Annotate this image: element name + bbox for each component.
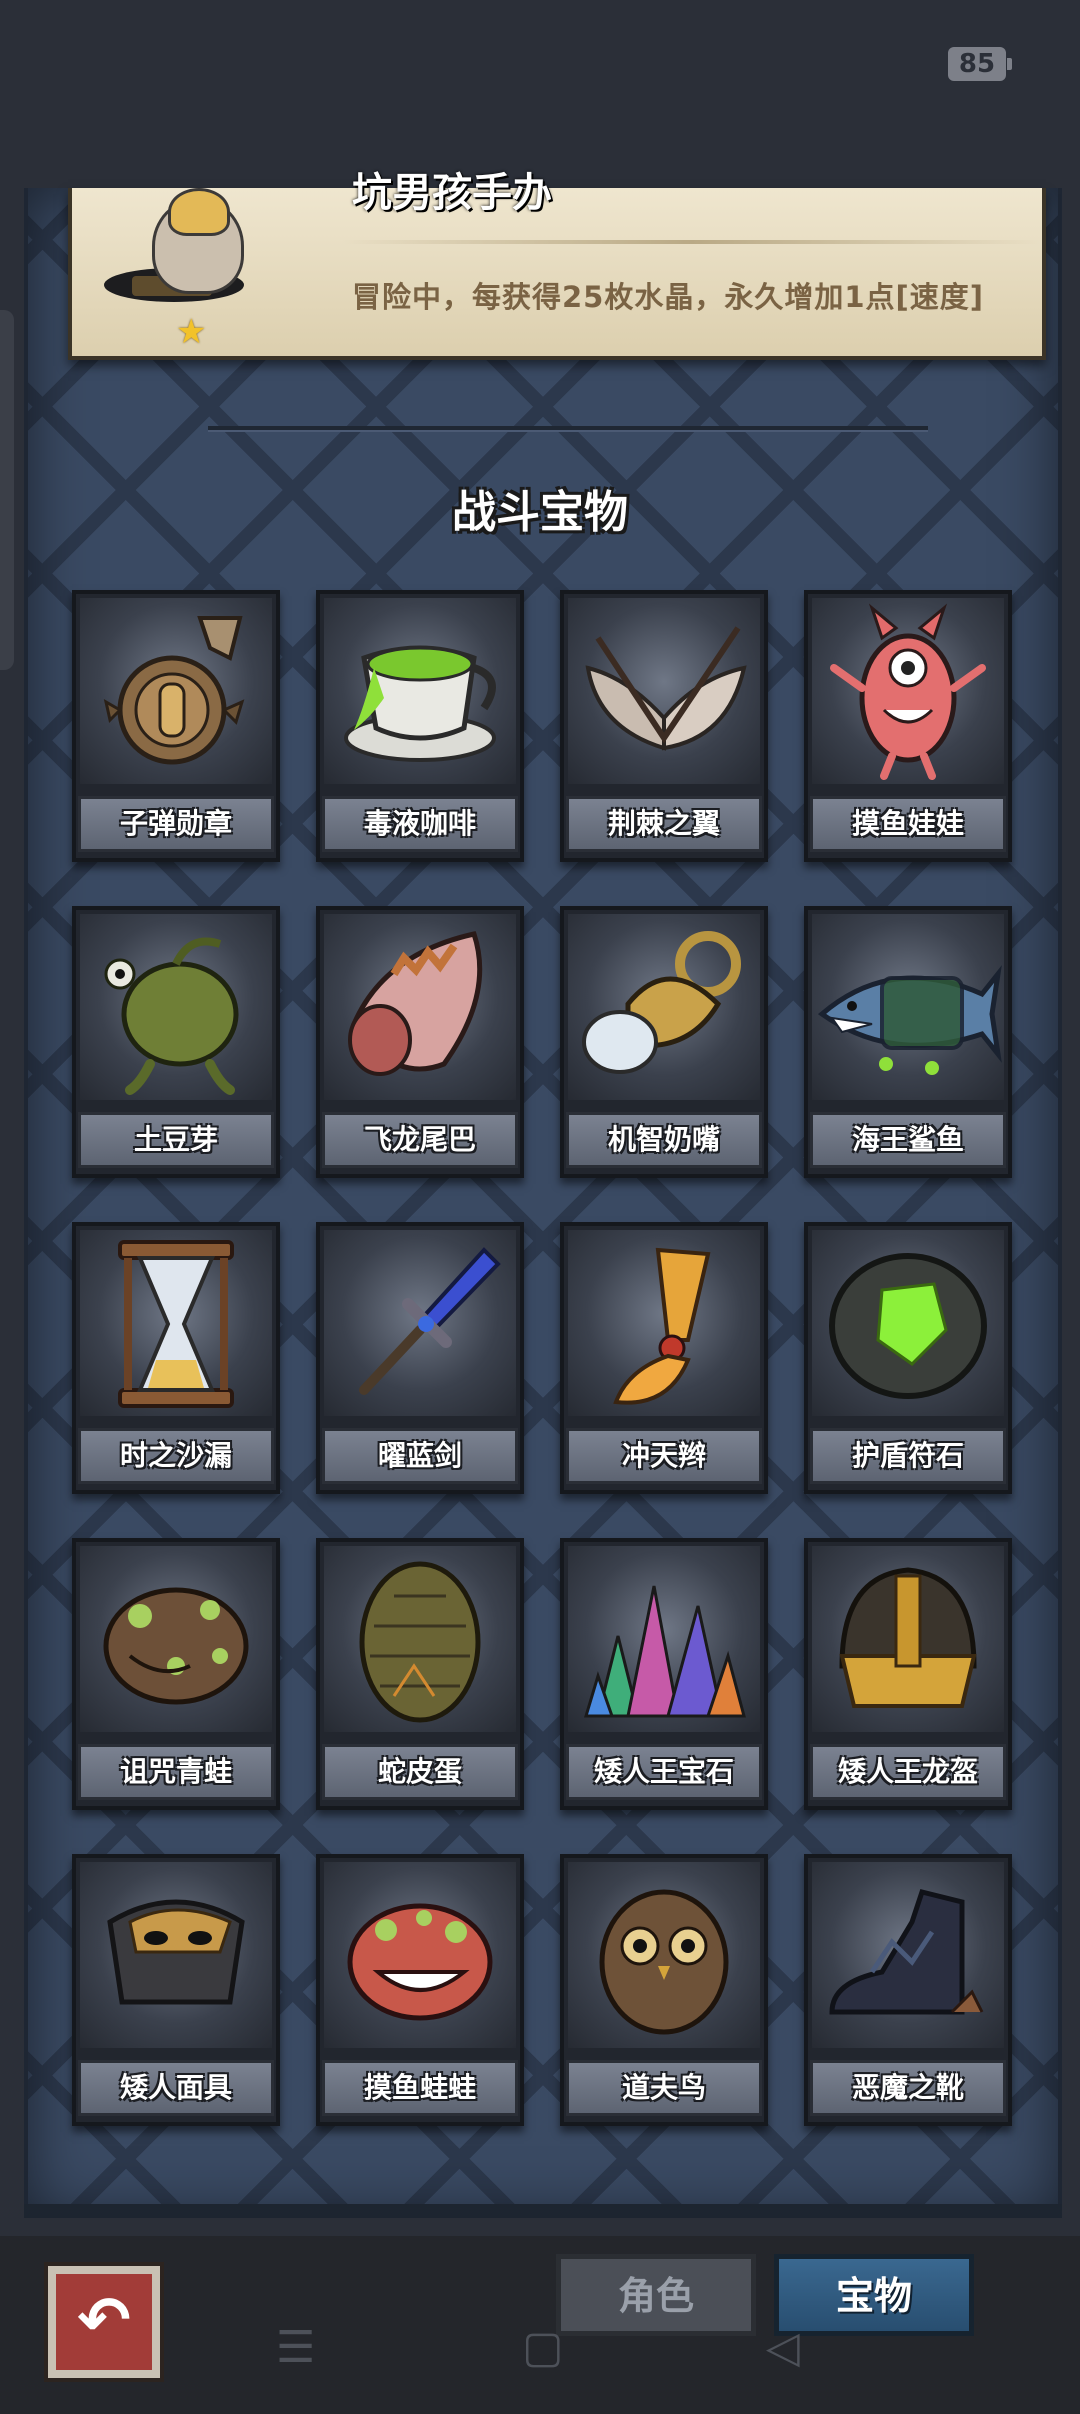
back-arrow-icon: ↶	[77, 2284, 131, 2358]
card-label: 荆棘之翼	[566, 796, 762, 852]
treasure-card[interactable]: 矮人王宝石	[560, 1538, 768, 1810]
dwarf-king-gem-icon	[583, 1585, 746, 1718]
card-label: 曜蓝剑	[322, 1428, 518, 1484]
card-label: 飞龙尾巴	[322, 1112, 518, 1168]
hero-divider	[342, 240, 1042, 244]
shark-icon	[817, 965, 1002, 1075]
card-art	[324, 1546, 516, 1732]
treasure-card[interactable]: 摸鱼蛙蛙	[316, 1854, 524, 2126]
battery-indicator: 85	[948, 47, 1012, 81]
card-art	[568, 1862, 760, 2048]
treasure-card[interactable]: 时之沙漏	[72, 1222, 280, 1494]
card-label: 土豆芽	[78, 1112, 274, 1168]
treasure-card[interactable]: 摸鱼娃娃	[804, 590, 1012, 862]
hero-description: 冒险中，每获得25枚水晶，永久增加1点[速度]	[352, 280, 985, 314]
card-art	[80, 1862, 272, 2048]
treasure-card[interactable]: 矮人王龙盔	[804, 1538, 1012, 1810]
section-title: 战斗宝物	[452, 487, 628, 538]
card-label: 子弹勋章	[78, 796, 274, 852]
treasure-card[interactable]: 护盾符石	[804, 1222, 1012, 1494]
treasure-card[interactable]: 冲天辫	[560, 1222, 768, 1494]
demon-boots-icon	[829, 1889, 984, 2015]
treasure-card[interactable]: 诅咒青蛙	[72, 1538, 280, 1810]
slacker-frog-icon	[347, 1903, 493, 2021]
card-label: 摸鱼娃娃	[810, 796, 1006, 852]
treasure-card[interactable]: 飞龙尾巴	[316, 906, 524, 1178]
snakeskin-egg-icon	[359, 1561, 481, 1723]
panel-bottom-edge	[24, 2204, 1062, 2218]
card-art	[812, 914, 1004, 1100]
card-art	[568, 598, 760, 784]
card-label: 矮人王宝石	[566, 1744, 762, 1800]
treasure-card[interactable]: 机智奶嘴	[560, 906, 768, 1178]
card-label: 冲天辫	[566, 1428, 762, 1484]
card-art	[568, 1230, 760, 1416]
card-art	[324, 1230, 516, 1416]
card-label: 道夫鸟	[566, 2060, 762, 2116]
thorn-wings-icon	[585, 626, 747, 751]
card-label: 护盾符石	[810, 1428, 1006, 1484]
hero-title: 坑男孩手办	[352, 170, 552, 216]
card-art	[324, 1862, 516, 2048]
card-art	[568, 914, 760, 1100]
treasure-card[interactable]: 道夫鸟	[560, 1854, 768, 2126]
bullet-medal-icon	[103, 616, 245, 765]
card-label: 海王鲨鱼	[810, 1112, 1006, 1168]
venom-coffee-icon	[344, 645, 496, 762]
treasure-card[interactable]: 毒液咖啡	[316, 590, 524, 862]
card-label: 蛇皮蛋	[322, 1744, 518, 1800]
treasure-card[interactable]: 曜蓝剑	[316, 1222, 524, 1494]
card-art	[80, 914, 272, 1100]
card-label: 摸鱼蛙蛙	[322, 2060, 518, 2116]
card-label: 恶魔之靴	[810, 2060, 1006, 2116]
treasure-card[interactable]: 蛇皮蛋	[316, 1538, 524, 1810]
hourglass-icon	[118, 1240, 234, 1408]
treasure-card[interactable]: 荆棘之翼	[560, 590, 768, 862]
treasure-card[interactable]: 海王鲨鱼	[804, 906, 1012, 1178]
card-art	[324, 914, 516, 1100]
treasure-card[interactable]: 矮人面具	[72, 1854, 280, 2126]
potato-sprout-icon	[104, 937, 239, 1095]
card-label: 诅咒青蛙	[78, 1744, 274, 1800]
card-art	[812, 1862, 1004, 2048]
card-art	[80, 598, 272, 784]
card-art	[80, 1546, 272, 1732]
card-art	[812, 1546, 1004, 1732]
slacker-doll-icon	[830, 603, 986, 780]
shield-runestone-icon	[829, 1253, 987, 1399]
card-label: 矮人面具	[78, 2060, 274, 2116]
owl-icon	[599, 1889, 729, 2035]
home-icon[interactable]: ▢	[522, 2322, 564, 2373]
card-label: 毒液咖啡	[322, 796, 518, 852]
dwarf-king-helmet-icon	[839, 1567, 977, 1708]
card-label: 机智奶嘴	[566, 1112, 762, 1168]
card-art	[812, 1230, 1004, 1416]
star-icon: ★	[176, 312, 207, 352]
tab-treasure[interactable]: 宝物	[774, 2254, 974, 2336]
card-art	[80, 1230, 272, 1416]
treasure-card[interactable]: 恶魔之靴	[804, 1854, 1012, 2126]
section-divider	[208, 426, 928, 430]
treasure-card[interactable]: 子弹勋章	[72, 590, 280, 862]
cursed-frog-icon	[103, 1587, 249, 1705]
status-bar: 85	[0, 0, 1080, 120]
tab-role[interactable]: 角色	[556, 2254, 756, 2336]
hero-info-card[interactable]: ★ 坑男孩手办 冒险中，每获得25枚水晶，永久增加1点[速度]	[68, 170, 1046, 360]
card-label: 矮人王龙盔	[810, 1744, 1006, 1800]
menu-icon[interactable]: ☰	[276, 2322, 315, 2373]
treasure-card[interactable]: 土豆芽	[72, 906, 280, 1178]
card-art	[568, 1546, 760, 1732]
dragon-tail-icon	[348, 931, 483, 1076]
pacifier-icon	[582, 931, 741, 1074]
pigtail-icon	[613, 1247, 711, 1405]
card-art	[812, 598, 1004, 784]
figure-head	[168, 188, 230, 236]
dwarf-mask-icon	[107, 1899, 245, 2005]
card-label: 时之沙漏	[78, 1428, 274, 1484]
card-art	[324, 598, 516, 784]
back-button[interactable]: ↶	[48, 2266, 160, 2378]
blue-sword-icon	[359, 1247, 501, 1395]
back-nav-icon[interactable]: ◁	[766, 2322, 800, 2373]
